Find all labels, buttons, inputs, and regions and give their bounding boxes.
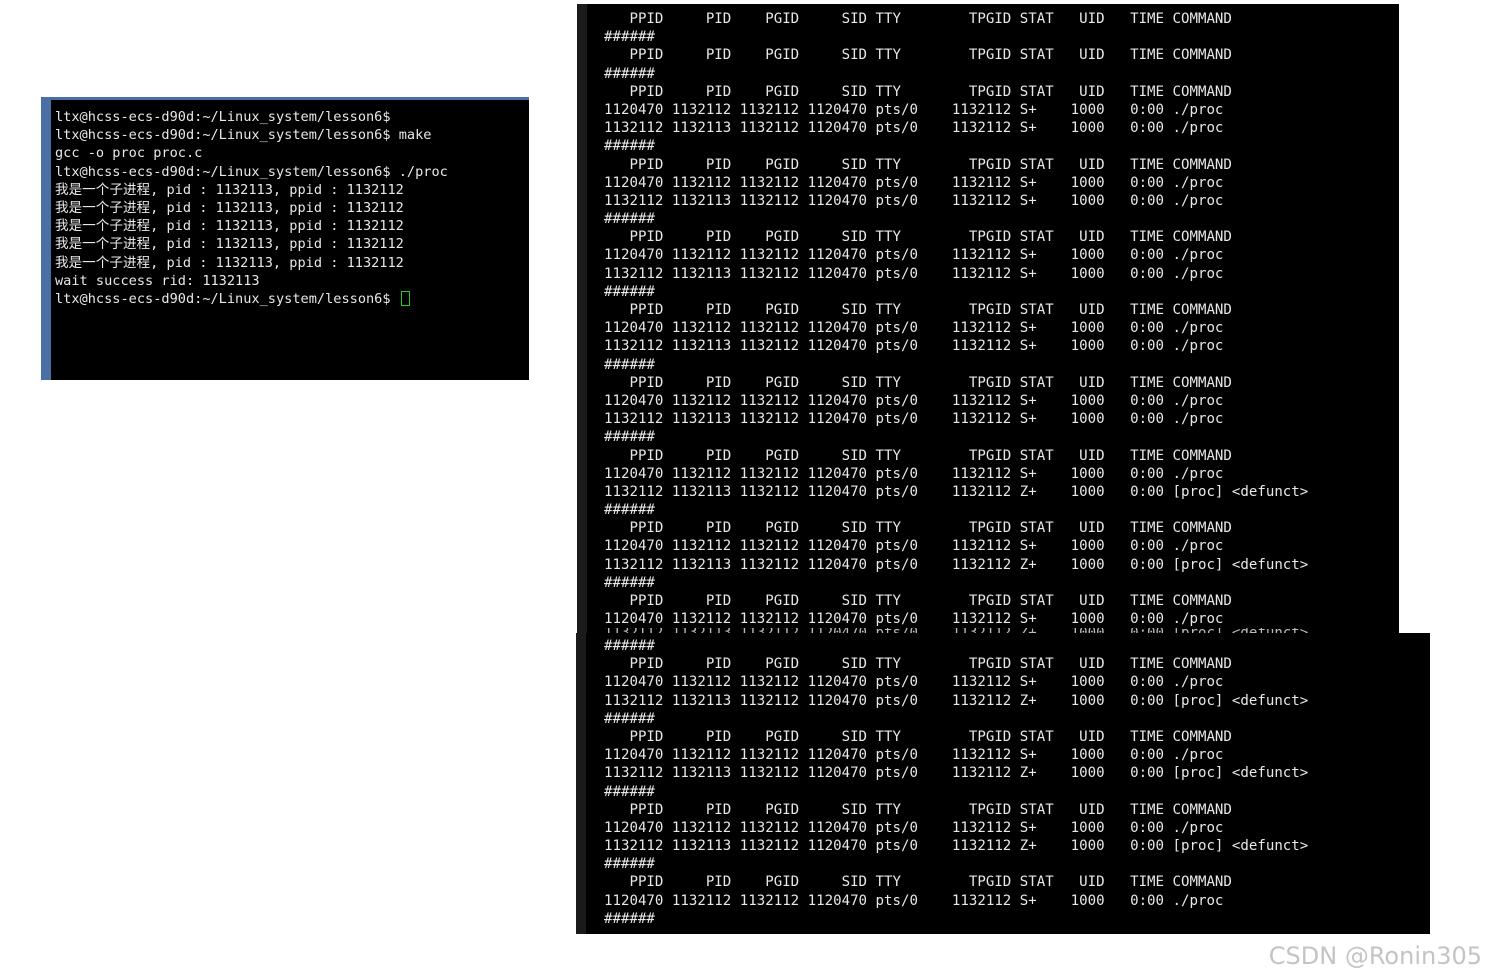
terminal-line: 我是一个子进程, pid : 1132113, ppid : 1132112: [55, 236, 404, 253]
terminal-line: ######: [604, 783, 655, 800]
terminal-line: 1132112 1132113 1132112 1120470 pts/0 11…: [604, 120, 1224, 137]
csdn-watermark: CSDN @Ronin305: [1268, 942, 1482, 970]
prompt-line[interactable]: ltx@hcss-ecs-d90d:~/Linux_system/lesson6…: [55, 290, 529, 308]
terminal-line: 1132112 1132113 1132112 1120470 pts/0 11…: [604, 265, 1224, 282]
terminal-line: PPID PID PGID SID TTY TPGID STAT UID TIM…: [604, 593, 1232, 609]
terminal-line: ######: [604, 710, 655, 727]
terminal-line: 我是一个子进程, pid : 1132113, ppid : 1132112: [55, 199, 404, 216]
terminal-line: PPID PID PGID SID TTY TPGID STAT UID TIM…: [604, 656, 1232, 673]
right-top-terminal-window[interactable]: PPID PID PGID SID TTY TPGID STAT UID TIM…: [577, 4, 1399, 634]
terminal-line: ######: [604, 356, 655, 373]
terminal-line: 1120470 1132112 1132112 1120470 pts/0 11…: [604, 611, 1224, 628]
terminal-line: ######: [604, 856, 655, 873]
terminal-line: wait success rid: 1132113: [55, 272, 260, 289]
terminal-line: 1132112 1132113 1132112 1120470 pts/0 11…: [604, 411, 1224, 428]
terminal-line: 1120470 1132112 1132112 1120470 pts/0 11…: [604, 538, 1224, 555]
terminal-line: gcc -o proc proc.c: [55, 145, 203, 162]
terminal-line: ######: [604, 283, 655, 300]
shell-prompt: ltx@hcss-ecs-d90d:~/Linux_system/lesson6…: [55, 290, 399, 307]
terminal-line: ######: [604, 638, 655, 654]
text-cursor-icon: [400, 290, 410, 306]
terminal-line: 1132112 1132113 1132112 1120470 pts/0 11…: [604, 765, 1309, 782]
terminal-line: PPID PID PGID SID TTY TPGID STAT UID TIM…: [604, 302, 1232, 318]
terminal-line: 1120470 1132112 1132112 1120470 pts/0 11…: [604, 320, 1224, 337]
terminal-line: 1120470 1132112 1132112 1120470 pts/0 11…: [604, 392, 1224, 409]
terminal-line: PPID PID PGID SID TTY TPGID STAT UID TIM…: [604, 156, 1232, 173]
terminal-line: PPID PID PGID SID TTY TPGID STAT UID TIM…: [604, 520, 1232, 537]
terminal-line: PPID PID PGID SID TTY TPGID STAT UID TIM…: [604, 11, 1232, 27]
terminal-line: ltx@hcss-ecs-d90d:~/Linux_system/lesson6…: [55, 109, 391, 125]
terminal-line: 1120470 1132112 1132112 1120470 pts/0 11…: [604, 819, 1224, 836]
terminal-line: 1120470 1132112 1132112 1120470 pts/0 11…: [604, 247, 1224, 264]
terminal-line: 我是一个子进程, pid : 1132113, ppid : 1132112: [55, 254, 404, 271]
left-terminal-window[interactable]: ltx@hcss-ecs-d90d:~/Linux_system/lesson6…: [41, 97, 529, 380]
terminal-line: PPID PID PGID SID TTY TPGID STAT UID TIM…: [604, 83, 1232, 100]
terminal-line: PPID PID PGID SID TTY TPGID STAT UID TIM…: [604, 801, 1232, 818]
terminal-line: ######: [604, 429, 655, 446]
terminal-line: 1120470 1132112 1132112 1120470 pts/0 11…: [604, 674, 1224, 691]
terminal-line: 1132112 1132113 1132112 1120470 pts/0 11…: [604, 192, 1224, 209]
terminal-line: ltx@hcss-ecs-d90d:~/Linux_system/lesson6…: [55, 127, 432, 144]
terminal-line: 1120470 1132112 1132112 1120470 pts/0 11…: [604, 101, 1224, 118]
terminal-line: 1120470 1132112 1132112 1120470 pts/0 11…: [604, 747, 1224, 764]
terminal-line: 我是一个子进程, pid : 1132113, ppid : 1132112: [55, 181, 404, 198]
right-bottom-terminal-window[interactable]: ###### PPID PID PGID SID TTY TPGID STAT …: [576, 633, 1430, 934]
terminal-line: 1132112 1132113 1132112 1120470 pts/0 11…: [604, 338, 1224, 355]
terminal-line: ######: [604, 29, 655, 46]
terminal-line: ######: [604, 138, 655, 155]
terminal-line: ltx@hcss-ecs-d90d:~/Linux_system/lesson6…: [55, 163, 448, 180]
terminal-line: 1132112 1132113 1132112 1120470 pts/0 11…: [604, 556, 1309, 573]
terminal-line: ######: [604, 574, 655, 591]
terminal-line: 1120470 1132112 1132112 1120470 pts/0 11…: [604, 174, 1224, 191]
terminal-line: ######: [604, 502, 655, 519]
terminal-line: PPID PID PGID SID TTY TPGID STAT UID TIM…: [604, 229, 1232, 246]
terminal-line: PPID PID PGID SID TTY TPGID STAT UID TIM…: [604, 447, 1232, 464]
terminal-line: ######: [604, 65, 655, 82]
terminal-line: 1120470 1132112 1132112 1120470 pts/0 11…: [604, 465, 1224, 482]
terminal-line: PPID PID PGID SID TTY TPGID STAT UID TIM…: [604, 374, 1232, 391]
terminal-line: 1132112 1132113 1132112 1120470 pts/0 11…: [604, 838, 1309, 855]
terminal-line: ######: [604, 910, 655, 927]
terminal-line: 1132112 1132113 1132112 1120470 pts/0 11…: [604, 692, 1309, 709]
terminal-line: ######: [604, 211, 655, 228]
terminal-line: PPID PID PGID SID TTY TPGID STAT UID TIM…: [604, 874, 1232, 891]
terminal-line: PPID PID PGID SID TTY TPGID STAT UID TIM…: [604, 728, 1232, 745]
terminal-line: PPID PID PGID SID TTY TPGID STAT UID TIM…: [604, 47, 1232, 64]
terminal-line: 我是一个子进程, pid : 1132113, ppid : 1132112: [55, 218, 404, 235]
terminal-line: 1132112 1132113 1132112 1120470 pts/0 11…: [604, 483, 1309, 500]
terminal-line: 1120470 1132112 1132112 1120470 pts/0 11…: [604, 892, 1224, 909]
